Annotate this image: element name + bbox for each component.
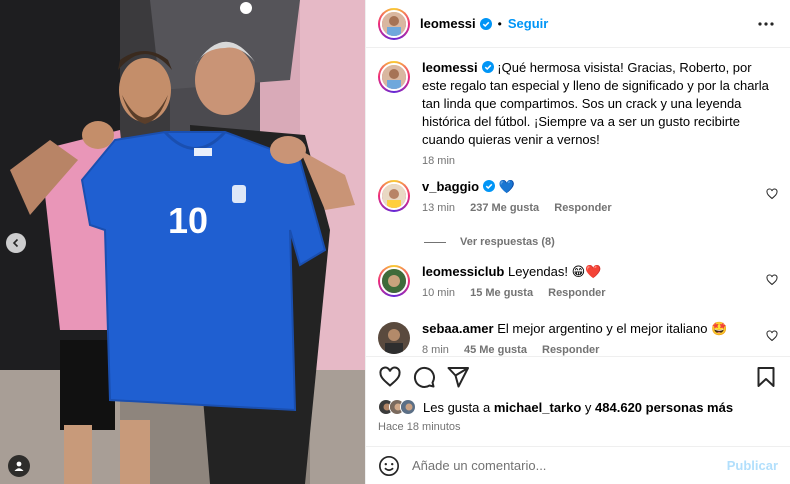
comment-clip: sebaa.amer El mejor argentino y el mejor… <box>366 316 790 356</box>
likes-connector: y <box>584 399 592 415</box>
post-comment-button[interactable]: Publicar <box>727 458 778 473</box>
avatar-image <box>382 65 406 89</box>
photo-scene: 10 <box>0 0 365 484</box>
action-icons <box>378 357 778 397</box>
likes-others[interactable]: 484.620 personas más <box>595 400 733 415</box>
comment-time: 10 min <box>422 287 456 299</box>
tagged-people-button[interactable] <box>8 455 30 477</box>
comment-avatar[interactable] <box>378 322 410 354</box>
likes-summary[interactable]: Les gusta a michael_tarko y 484.620 pers… <box>378 399 778 415</box>
replies-divider <box>424 241 446 243</box>
avatar-image <box>382 184 406 208</box>
previous-photo-button[interactable] <box>6 233 26 253</box>
caption-meta: 18 min <box>422 155 778 167</box>
comment-item: v_baggio 💙 13 min 237 Me gusta Responder <box>378 178 778 214</box>
comment-time: 13 min <box>422 202 456 214</box>
post-side-panel: leomessi • Seguir leomessi ¡Qué hermosa … <box>365 0 790 484</box>
chevron-left-icon <box>12 238 19 248</box>
caption-time: 18 min <box>422 155 456 167</box>
comment-time: 8 min <box>422 344 449 356</box>
caption-text-block: leomessi ¡Qué hermosa visista! Gracias, … <box>422 59 778 149</box>
follow-button[interactable]: Seguir <box>508 16 548 31</box>
comment-icon[interactable] <box>412 365 436 389</box>
avatar-image <box>401 400 415 414</box>
avatar-image <box>382 269 406 293</box>
view-replies-link[interactable]: Ver respuestas (8) <box>424 236 555 248</box>
comment-likes[interactable]: 237 Me gusta <box>470 202 539 214</box>
comment-text: El mejor argentino y el mejor italiano 🤩 <box>497 321 728 336</box>
avatar <box>400 399 416 415</box>
comment-composer: Publicar <box>366 446 790 484</box>
verified-badge-icon <box>481 61 494 73</box>
post-timestamp[interactable]: Hace 18 minutos <box>378 421 778 433</box>
caption-avatar[interactable] <box>378 61 410 93</box>
post-header: leomessi • Seguir <box>366 0 790 48</box>
person-icon <box>14 461 24 471</box>
view-replies-label: Ver respuestas (8) <box>460 236 555 248</box>
heart-outline-icon[interactable] <box>378 365 402 389</box>
comment-username[interactable]: v_baggio <box>422 179 479 194</box>
comment-avatar[interactable] <box>378 180 410 212</box>
comment-likes[interactable]: 45 Me gusta <box>464 344 527 356</box>
bookmark-icon[interactable] <box>754 365 778 389</box>
liker-avatars <box>378 399 416 415</box>
comment-input[interactable] <box>412 458 727 473</box>
separator-dot: • <box>497 16 502 31</box>
author-username[interactable]: leomessi <box>420 16 476 31</box>
comment-like-heart-icon[interactable] <box>766 188 778 200</box>
smiley-icon[interactable] <box>378 455 400 477</box>
more-horizontal-icon <box>758 21 774 26</box>
comment-likes[interactable]: 15 Me gusta <box>470 287 533 299</box>
reply-button[interactable]: Responder <box>548 287 605 299</box>
comment-username[interactable]: leomessiclub <box>422 264 504 279</box>
likes-user[interactable]: michael_tarko <box>494 400 581 415</box>
comment-like-heart-icon[interactable] <box>766 330 778 342</box>
caption: leomessi ¡Qué hermosa visista! Gracias, … <box>378 59 778 169</box>
post-photo[interactable]: 10 <box>0 0 365 484</box>
reply-button[interactable]: Responder <box>554 202 611 214</box>
post-actions: Les gusta a michael_tarko y 484.620 pers… <box>366 356 790 446</box>
avatar-image <box>382 11 406 36</box>
verified-badge-icon <box>479 17 492 30</box>
more-options-button[interactable] <box>754 12 778 36</box>
likes-prefix: Les gusta a <box>423 399 491 415</box>
verified-badge-icon <box>483 180 496 192</box>
comment-item: sebaa.amer El mejor argentino y el mejor… <box>378 320 778 356</box>
caption-username[interactable]: leomessi <box>422 60 478 75</box>
comment-text: 💙 <box>498 179 515 194</box>
jersey-number: 10 <box>168 200 208 241</box>
comment-item: leomessiclub Leyendas! 😁❤️ 10 min 15 Me … <box>378 263 778 299</box>
comment-avatar[interactable] <box>378 265 410 297</box>
post-dialog: 10 leomessi • Seguir leomessi ¡Qué hermo… <box>0 0 790 484</box>
author-avatar[interactable] <box>378 7 410 40</box>
avatar-image <box>378 322 410 354</box>
comment-text: Leyendas! 😁❤️ <box>508 264 602 279</box>
reply-button[interactable]: Responder <box>542 344 599 356</box>
comment-username[interactable]: sebaa.amer <box>422 321 494 336</box>
comment-like-heart-icon[interactable] <box>766 274 778 286</box>
paper-plane-icon[interactable] <box>446 365 470 389</box>
